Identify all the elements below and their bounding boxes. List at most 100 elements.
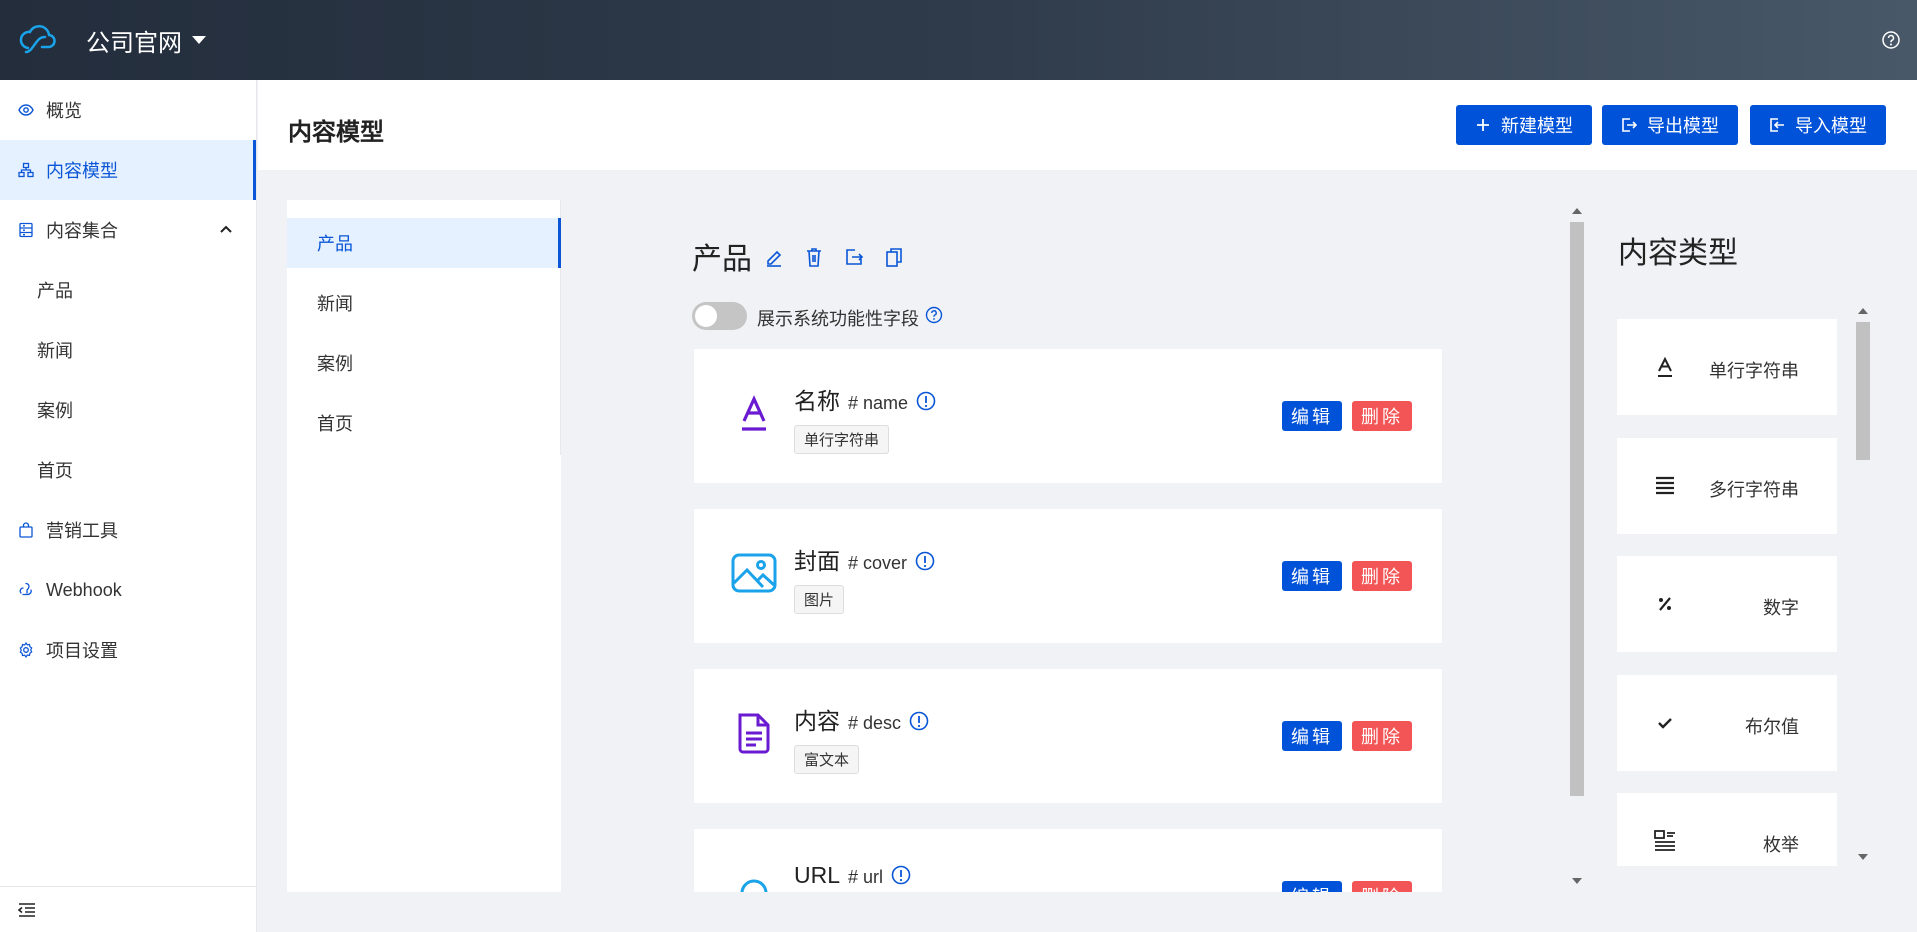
delete-icon[interactable] <box>804 246 824 268</box>
scrollbar-thumb[interactable] <box>1856 322 1870 460</box>
info-icon[interactable] <box>915 551 935 571</box>
field-name-text: 名称 <box>794 388 840 414</box>
info-icon[interactable] <box>916 391 936 411</box>
sidebar-item-label: 项目设置 <box>46 641 118 661</box>
model-tools <box>764 246 924 268</box>
page-header: 内容模型 新建模型 导出模型 导入模型 <box>258 80 1917 170</box>
sidebar: 概览 内容模型 内容集合 产品 新闻 案例 首页 营销工具 Webhook 项目… <box>0 80 257 932</box>
lines-icon <box>1656 476 1674 495</box>
new-model-label: 新建模型 <box>1501 116 1573 136</box>
field-type-tag: 图片 <box>794 585 845 614</box>
edit-field-button[interactable]: 编辑 <box>1282 561 1342 591</box>
help-icon[interactable] <box>925 306 943 324</box>
collection-icon <box>19 222 33 238</box>
edit-field-button[interactable]: 编辑 <box>1282 721 1342 751</box>
delete-field-button[interactable]: 删除 <box>1352 401 1412 431</box>
sidebar-subitem-home[interactable]: 首页 <box>0 440 256 500</box>
content-type-multi-line[interactable]: 多行字符串 <box>1617 438 1837 534</box>
percent-icon <box>1659 597 1671 611</box>
model-item-label: 新闻 <box>317 294 353 314</box>
scrollbar-thumb[interactable] <box>1570 222 1584 796</box>
image-icon <box>731 553 777 593</box>
model-item-case[interactable]: 案例 <box>287 338 560 388</box>
sidebar-subitem-product[interactable]: 产品 <box>0 260 256 320</box>
toggle-label: 展示系统功能性字段 <box>757 309 919 329</box>
cloud-logo-icon[interactable] <box>16 18 60 62</box>
field-key: # desc <box>848 713 902 733</box>
delete-field-button[interactable]: 删除 <box>1352 881 1412 892</box>
content-type-number[interactable]: 数字 <box>1617 556 1837 652</box>
gear-icon <box>19 642 33 658</box>
project-switcher[interactable]: 公司官网 <box>86 23 206 58</box>
model-item-home[interactable]: 首页 <box>287 398 560 448</box>
edit-icon[interactable] <box>764 246 784 268</box>
check-icon <box>1658 718 1672 729</box>
sidebar-item-label: 概览 <box>46 101 82 121</box>
sidebar-item-webhook[interactable]: Webhook <box>0 560 256 620</box>
page-title: 内容模型 <box>288 119 384 146</box>
export-model-button[interactable]: 导出模型 <box>1602 105 1738 145</box>
top-header: 公司官网 <box>0 0 1917 80</box>
field-name-text: 内容 <box>794 708 840 734</box>
model-icon <box>18 162 34 178</box>
export-icon <box>1622 118 1637 132</box>
model-list-panel: 产品 新闻 案例 首页 <box>287 200 561 892</box>
chevron-up-icon[interactable] <box>220 225 232 233</box>
scroll-down-arrow-icon[interactable] <box>1572 878 1582 884</box>
toggle-knob <box>695 305 717 327</box>
content-type-label: 枚举 <box>1763 835 1799 855</box>
edit-field-button[interactable]: 编辑 <box>1282 881 1342 892</box>
help-icon[interactable] <box>1881 30 1901 50</box>
delete-field-button[interactable]: 删除 <box>1352 561 1412 591</box>
info-icon[interactable] <box>891 865 911 885</box>
edit-field-button[interactable]: 编辑 <box>1282 401 1342 431</box>
info-icon[interactable] <box>909 711 929 731</box>
sidebar-subitem-news[interactable]: 新闻 <box>0 320 256 380</box>
sidebar-subitem-case[interactable]: 案例 <box>0 380 256 440</box>
content-type-single-line[interactable]: 单行字符串 <box>1617 319 1837 415</box>
new-model-button[interactable]: 新建模型 <box>1456 105 1592 145</box>
content-type-label: 布尔值 <box>1745 717 1799 737</box>
sidebar-item-content-model[interactable]: 内容模型 <box>0 140 256 200</box>
delete-field-button[interactable]: 删除 <box>1352 721 1412 751</box>
field-key: # cover <box>848 553 908 573</box>
sidebar-item-label: 内容模型 <box>46 161 118 181</box>
model-item-label: 首页 <box>317 414 353 434</box>
copy-icon[interactable] <box>884 246 904 268</box>
sidebar-subitem-label: 案例 <box>37 401 73 421</box>
text-icon <box>742 395 766 431</box>
import-model-button[interactable]: 导入模型 <box>1750 105 1886 145</box>
content-types-scrollbar[interactable] <box>1854 306 1870 862</box>
webhook-icon <box>19 582 32 596</box>
scroll-up-arrow-icon[interactable] <box>1858 308 1868 314</box>
sidebar-subitem-label: 产品 <box>37 281 73 301</box>
sidebar-item-project-settings[interactable]: 项目设置 <box>0 620 256 680</box>
project-name: 公司官网 <box>86 29 182 57</box>
import-icon <box>1770 118 1784 132</box>
model-title: 产品 <box>692 243 752 276</box>
content-type-label: 数字 <box>1763 598 1799 618</box>
eye-icon <box>18 104 34 116</box>
model-item-label: 案例 <box>317 354 353 374</box>
sidebar-item-overview[interactable]: 概览 <box>0 80 256 140</box>
scroll-down-arrow-icon[interactable] <box>1858 854 1868 860</box>
content-type-enum[interactable]: 枚举 <box>1617 793 1837 866</box>
import-model-label: 导入模型 <box>1795 116 1867 136</box>
field-name-text: 封面 <box>794 548 840 574</box>
model-item-product[interactable]: 产品 <box>287 218 561 268</box>
sidebar-item-content-collection[interactable]: 内容集合 <box>0 200 256 260</box>
content-type-label: 多行字符串 <box>1709 480 1799 500</box>
sidebar-collapse-button[interactable] <box>0 886 256 932</box>
model-item-news[interactable]: 新闻 <box>287 278 560 328</box>
export-model-label: 导出模型 <box>1647 116 1719 136</box>
export-icon[interactable] <box>844 246 864 268</box>
field-name: 名称 # name <box>794 382 936 416</box>
scroll-up-arrow-icon[interactable] <box>1572 208 1582 214</box>
system-fields-toggle[interactable] <box>692 302 747 330</box>
bag-icon <box>19 522 33 538</box>
content-type-boolean[interactable]: 布尔值 <box>1617 675 1837 771</box>
fields-scrollbar[interactable] <box>1568 206 1584 886</box>
sidebar-item-marketing[interactable]: 营销工具 <box>0 500 256 560</box>
collapse-menu-icon <box>18 902 35 917</box>
sidebar-item-label: 内容集合 <box>46 221 118 241</box>
